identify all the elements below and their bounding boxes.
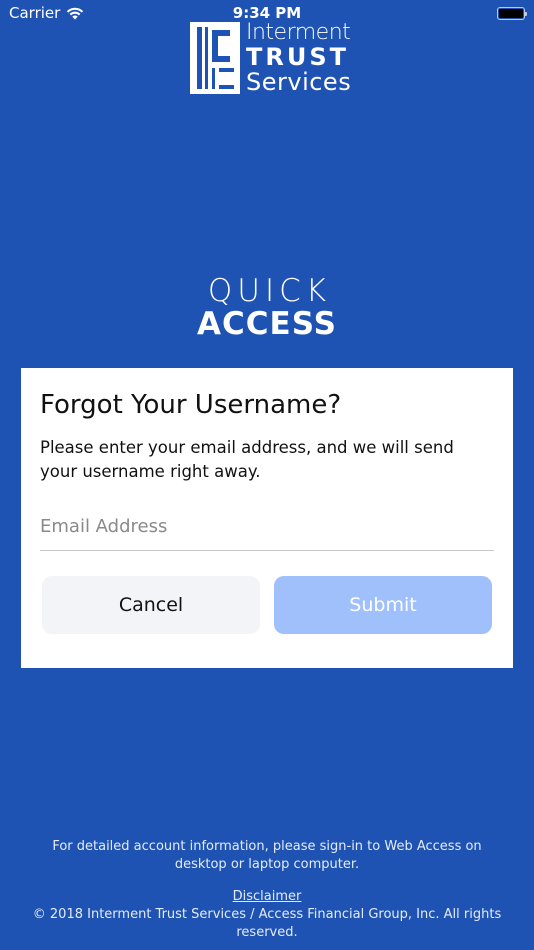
wifi-icon [67, 7, 84, 19]
quick-access-line1: QUICK [207, 273, 332, 309]
button-row: Cancel Submit [40, 576, 494, 634]
footer: For detailed account information, please… [30, 838, 504, 942]
logo-text-interment: Interment [246, 20, 351, 45]
footer-info: For detailed account information, please… [52, 839, 482, 872]
card-description: Please enter your email address, and we … [40, 438, 454, 481]
disclaimer-link[interactable]: Disclaimer [233, 888, 302, 906]
footer-copyright: © 2018 Interment Trust Services / Access… [32, 907, 502, 940]
carrier-label: Carrier [9, 4, 61, 22]
logo-text: Interment TRUST Services [246, 20, 352, 96]
battery-icon [497, 6, 527, 20]
quick-access-line2: ACCESS [197, 306, 337, 342]
quick-access-logo: QUICK ACCESS [0, 276, 534, 340]
logo-text-trust: TRUST [246, 43, 349, 71]
company-logo: Interment TRUST Services [190, 22, 351, 94]
battery-fill [499, 8, 523, 18]
status-left: Carrier [9, 4, 84, 22]
cancel-button[interactable]: Cancel [42, 576, 260, 634]
logo-text-services: Services [246, 68, 352, 96]
submit-button[interactable]: Submit [274, 576, 492, 634]
email-field [40, 516, 494, 551]
logo-mark-icon [190, 22, 240, 94]
card-title: Forgot Your Username? [40, 390, 342, 420]
forgot-username-card: Forgot Your Username? Please enter your … [21, 368, 513, 668]
email-input[interactable] [40, 516, 494, 537]
